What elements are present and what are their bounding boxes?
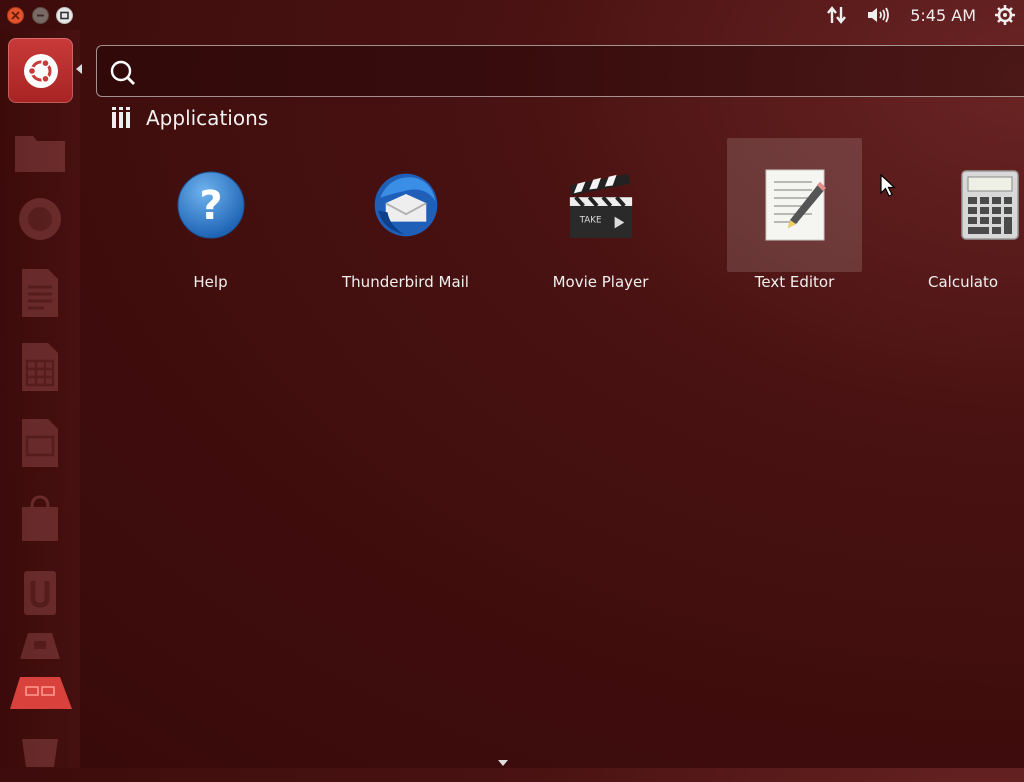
text-editor-icon xyxy=(765,169,826,241)
app-icon-wrapper: ? xyxy=(176,170,246,240)
app-icon-wrapper xyxy=(760,169,830,241)
settings-icon xyxy=(20,633,60,659)
svg-text:TAKE: TAKE xyxy=(579,216,602,226)
workspaces-icon xyxy=(10,677,72,709)
app-label: Calculato xyxy=(928,273,999,291)
app-icon-wrapper xyxy=(955,170,1024,240)
launcher-trash[interactable] xyxy=(9,720,71,782)
top-panel: 5:45 AM xyxy=(0,0,1024,30)
thunderbird-icon xyxy=(374,173,438,237)
launcher-writer[interactable] xyxy=(9,262,71,324)
launcher-impress[interactable] xyxy=(9,412,71,474)
gear-icon xyxy=(995,5,1015,25)
help-icon: ? xyxy=(177,171,245,239)
software-center-icon xyxy=(22,495,58,541)
writer-icon xyxy=(22,269,58,317)
clock[interactable]: 5:45 AM xyxy=(910,6,976,25)
calculator-icon xyxy=(961,170,1019,240)
network-indicator[interactable] xyxy=(826,5,848,25)
network-arrows-icon xyxy=(827,6,847,24)
svg-text:?: ? xyxy=(199,183,222,229)
close-button[interactable] xyxy=(7,7,24,24)
app-tile-help[interactable]: ? Help xyxy=(143,138,278,303)
movie-player-icon: TAKE xyxy=(569,173,633,239)
home-icon xyxy=(23,53,58,88)
app-icon-wrapper: TAKE xyxy=(566,170,636,240)
launcher-software-center[interactable] xyxy=(9,488,71,550)
launcher-files[interactable] xyxy=(9,120,71,182)
active-pointer xyxy=(76,64,82,74)
close-icon xyxy=(11,11,20,20)
app-tile-calculator[interactable]: Calculato xyxy=(922,138,1024,303)
files-icon xyxy=(15,136,65,172)
volume-indicator[interactable] xyxy=(866,5,892,25)
session-indicator[interactable] xyxy=(994,4,1016,26)
mouse-pointer-icon xyxy=(880,174,896,197)
launcher-ubuntu-one[interactable] xyxy=(9,562,71,624)
trash-icon xyxy=(22,739,58,767)
app-label: Text Editor xyxy=(754,273,835,291)
search-bar[interactable] xyxy=(96,45,1024,97)
scroll-down-arrow[interactable] xyxy=(498,760,508,766)
section-title: Applications xyxy=(146,106,269,130)
maximize-icon xyxy=(60,11,69,20)
launcher-calc[interactable] xyxy=(9,336,71,398)
launcher xyxy=(0,30,82,768)
minimize-button[interactable] xyxy=(32,7,49,24)
dash-home-button[interactable] xyxy=(8,38,73,103)
app-tile-thunderbird[interactable]: Thunderbird Mail xyxy=(338,138,473,303)
minimize-icon xyxy=(37,14,44,17)
applications-lens-icon xyxy=(112,107,130,128)
firefox-icon xyxy=(19,198,61,240)
impress-icon xyxy=(22,419,58,467)
app-icon-wrapper xyxy=(371,170,441,240)
app-label: Thunderbird Mail xyxy=(342,273,469,291)
maximize-button[interactable] xyxy=(56,7,73,24)
ubuntu-one-icon xyxy=(24,571,56,615)
app-tile-movie-player[interactable]: TAKE Movie Player xyxy=(533,138,668,303)
volume-icon xyxy=(868,7,890,23)
launcher-firefox[interactable] xyxy=(9,188,71,250)
calc-icon xyxy=(22,343,58,391)
indicator-area: 5:45 AM xyxy=(808,0,1016,30)
app-tile-text-editor[interactable]: Text Editor xyxy=(727,138,862,303)
applications-section-header[interactable]: Applications xyxy=(110,106,268,130)
app-label: Movie Player xyxy=(552,273,649,291)
launcher-workspaces[interactable] xyxy=(4,670,76,716)
search-icon xyxy=(110,60,135,85)
app-label: Help xyxy=(193,273,228,291)
search-input[interactable] xyxy=(149,56,1013,88)
